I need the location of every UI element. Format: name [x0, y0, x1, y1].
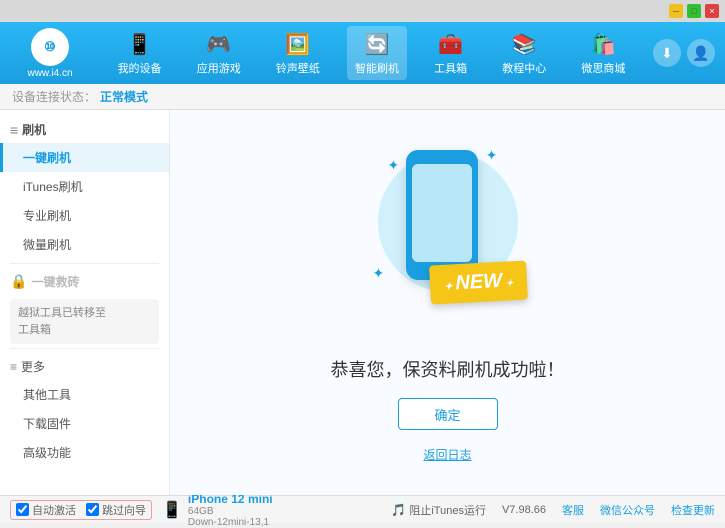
itunes-status: 🎵 阻止iTunes运行: [391, 502, 486, 518]
minimize-button[interactable]: －: [669, 4, 683, 18]
window-title-bar: － □ ×: [0, 0, 725, 22]
device-storage: 64GB: [188, 506, 273, 517]
status-value: 正常模式: [100, 88, 148, 105]
app-logo: ⑩ www.i4.cn: [10, 28, 90, 79]
skip-wizard-checkbox-item[interactable]: 跳过向导: [86, 502, 146, 518]
one-key-rescue-section: 🔒 一键救砖: [0, 268, 169, 295]
logo-circle: ⑩: [31, 28, 69, 66]
logo-char: ⑩: [44, 39, 56, 55]
rescue-notice: 越狱工具已转移至 工具箱: [10, 299, 159, 344]
user-button[interactable]: 👤: [687, 39, 715, 67]
nav-item-my-device[interactable]: 📱 我的设备: [110, 26, 170, 80]
nav-item-tutorial-label: 教程中心: [502, 60, 546, 76]
phone-shape: [406, 150, 478, 280]
sparkle-3: ✦: [373, 265, 385, 282]
weibo-mall-icon: 🛍️: [589, 30, 617, 58]
device-row: 📱 iPhone 12 mini 64GB Down-12mini-13,1: [162, 492, 273, 528]
success-hero: ✦ ✦ ✦ NEW 恭喜您，保资料刷机成功啦！ 确定 返回日志: [331, 142, 565, 463]
phone-illustration: ✦ ✦ ✦ NEW: [368, 142, 528, 332]
sidebar-item-itunes-flash[interactable]: iTunes刷机: [0, 172, 169, 201]
nav-item-wallpaper[interactable]: 🖼️ 铃声壁纸: [268, 26, 328, 80]
auto-activate-checkbox-item[interactable]: 自动激活: [16, 502, 76, 518]
auto-activate-label: 自动激活: [32, 502, 76, 518]
skip-wizard-checkbox[interactable]: [86, 503, 99, 516]
status-label: 设备连接状态：: [12, 88, 96, 105]
nav-item-weibo-mall-label: 微思商城: [581, 60, 625, 76]
nav-item-apps-games-label: 应用游戏: [197, 60, 241, 76]
sparkle-1: ✦: [388, 157, 400, 174]
device-info: iPhone 12 mini 64GB Down-12mini-13,1: [188, 492, 273, 528]
sidebar-item-pro-flash[interactable]: 专业刷机: [0, 201, 169, 230]
checkbox-group: 自动激活 跳过向导: [10, 500, 152, 520]
sidebar: ≡ 刷机 一键刷机 iTunes刷机 专业刷机 微量刷机 🔒 一键救砖 越狱工具…: [0, 110, 170, 495]
bottom-left: 自动激活 跳过向导 📱 iPhone 12 mini 64GB Down-12m…: [10, 492, 391, 528]
smart-flash-icon: 🔄: [363, 30, 391, 58]
itunes-icon: 🎵: [391, 503, 406, 517]
tutorial-icon: 📚: [510, 30, 538, 58]
sidebar-divider-2: [10, 348, 159, 349]
confirm-button[interactable]: 确定: [398, 398, 498, 430]
logo-subtitle: www.i4.cn: [27, 68, 72, 79]
back-to-log-link[interactable]: 返回日志: [423, 446, 471, 463]
top-navigation: ⑩ www.i4.cn 📱 我的设备 🎮 应用游戏 🖼️ 铃声壁纸 🔄 智能刷机…: [0, 22, 725, 84]
flash-section-icon: ≡: [10, 122, 18, 138]
new-badge: NEW: [429, 260, 528, 304]
nav-items-container: 📱 我的设备 🎮 应用游戏 🖼️ 铃声壁纸 🔄 智能刷机 🧰 工具箱 📚 教程中…: [100, 26, 643, 80]
success-message: 恭喜您，保资料刷机成功啦！: [331, 356, 565, 382]
more-section-label: 更多: [21, 358, 45, 375]
update-link[interactable]: 检查更新: [671, 502, 715, 518]
maximize-button[interactable]: □: [687, 4, 701, 18]
device-phone-icon: 📱: [162, 500, 182, 520]
main-content: ✦ ✦ ✦ NEW 恭喜您，保资料刷机成功啦！ 确定 返回日志: [170, 110, 725, 495]
more-section-icon: ≡: [10, 360, 17, 374]
skip-wizard-label: 跳过向导: [102, 502, 146, 518]
status-bar: 设备连接状态： 正常模式: [0, 84, 725, 110]
auto-activate-checkbox[interactable]: [16, 503, 29, 516]
sidebar-item-advanced[interactable]: 高级功能: [0, 438, 169, 467]
nav-item-weibo-mall[interactable]: 🛍️ 微思商城: [573, 26, 633, 80]
flash-section-title: ≡ 刷机: [0, 116, 169, 143]
more-section-title: ≡ 更多: [0, 353, 169, 380]
nav-right-buttons: ⬇ 👤: [653, 39, 715, 67]
sidebar-divider-1: [10, 263, 159, 264]
nav-item-wallpaper-label: 铃声壁纸: [276, 60, 320, 76]
nav-item-toolbox-label: 工具箱: [434, 60, 467, 76]
rescue-lock-icon: 🔒: [10, 273, 27, 290]
device-model: Down-12mini-13,1: [188, 517, 273, 528]
phone-screen: [412, 164, 472, 262]
bottom-right: 🎵 阻止iTunes运行 V7.98.66 客服 微信公众号 检查更新: [391, 502, 715, 518]
close-button[interactable]: ×: [705, 4, 719, 18]
sparkle-2: ✦: [486, 147, 498, 164]
apps-games-icon: 🎮: [205, 30, 233, 58]
main-layout: ≡ 刷机 一键刷机 iTunes刷机 专业刷机 微量刷机 🔒 一键救砖 越狱工具…: [0, 110, 725, 495]
service-link[interactable]: 客服: [562, 502, 584, 518]
toolbox-icon: 🧰: [437, 30, 465, 58]
sidebar-item-micro-flash[interactable]: 微量刷机: [0, 230, 169, 259]
version-text: V7.98.66: [502, 504, 546, 516]
itunes-label: 阻止iTunes运行: [409, 502, 486, 518]
nav-item-tutorial[interactable]: 📚 教程中心: [494, 26, 554, 80]
nav-item-smart-flash-label: 智能刷机: [355, 60, 399, 76]
nav-item-my-device-label: 我的设备: [118, 60, 162, 76]
flash-section-label: 刷机: [22, 121, 46, 138]
bottom-bar: 自动激活 跳过向导 📱 iPhone 12 mini 64GB Down-12m…: [0, 495, 725, 523]
nav-item-smart-flash[interactable]: 🔄 智能刷机: [347, 26, 407, 80]
weibo-link[interactable]: 微信公众号: [600, 502, 655, 518]
nav-item-toolbox[interactable]: 🧰 工具箱: [426, 26, 475, 80]
sidebar-item-other-tools[interactable]: 其他工具: [0, 380, 169, 409]
my-device-icon: 📱: [126, 30, 154, 58]
wallpaper-icon: 🖼️: [284, 30, 312, 58]
nav-item-apps-games[interactable]: 🎮 应用游戏: [189, 26, 249, 80]
rescue-label: 一键救砖: [31, 273, 79, 290]
download-button[interactable]: ⬇: [653, 39, 681, 67]
sidebar-item-download-firmware[interactable]: 下载固件: [0, 409, 169, 438]
sidebar-item-one-key-flash[interactable]: 一键刷机: [0, 143, 169, 172]
